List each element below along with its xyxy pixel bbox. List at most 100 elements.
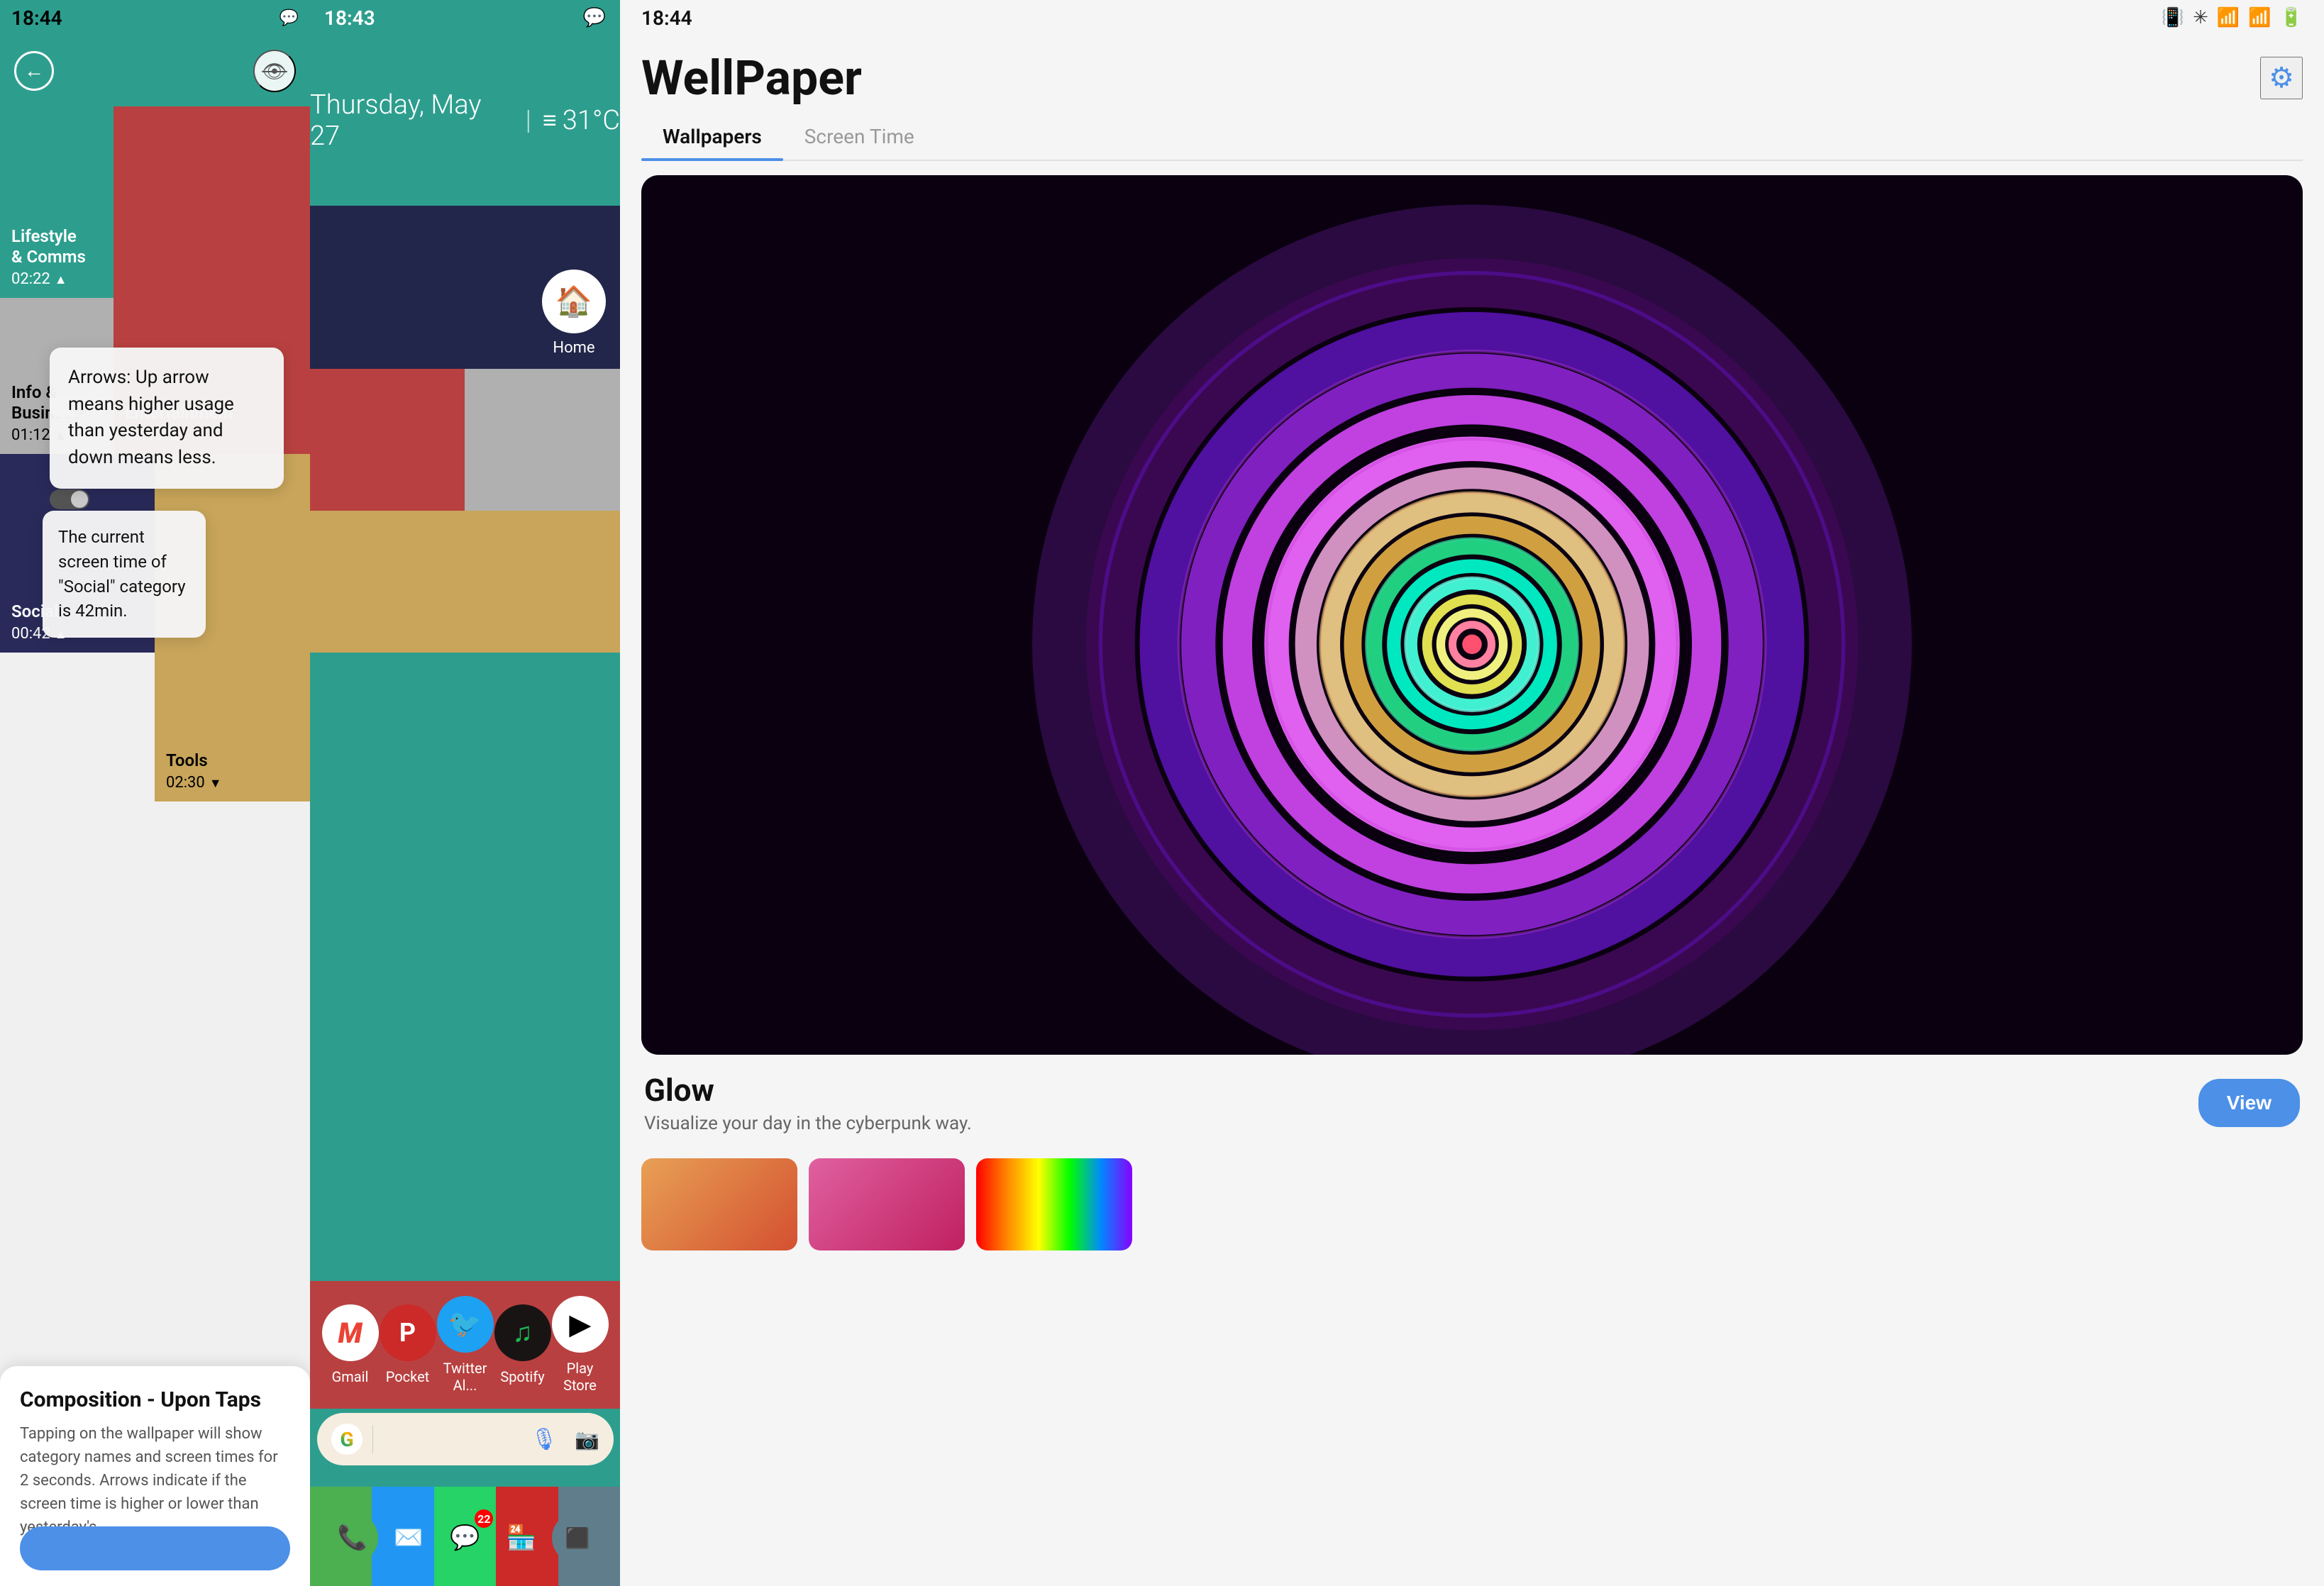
status-time-2: 18:43 <box>324 6 375 30</box>
tile-lifestyle[interactable]: Lifestyle& Comms 02:22 <box>0 106 114 298</box>
wifi-icon: 📶 <box>2217 7 2240 28</box>
panel-screentime: 18:44 💬 ← 👁 Lifestyle& Comms 02:22 Enter… <box>0 0 310 1586</box>
lens-icon[interactable]: 📷 <box>575 1428 599 1451</box>
wallpaper-info-text: Glow Visualize your day in the cyberpunk… <box>644 1072 972 1134</box>
gmail-label: Gmail <box>332 1368 369 1385</box>
status-bar-3: 18:44 📳 ✳ 📶 📶 🔋 <box>620 0 2324 35</box>
settings-button[interactable]: ⚙ <box>2260 57 2303 99</box>
home-app-label: Home <box>553 339 594 357</box>
battery-icon: 🔋 <box>2280 7 2303 28</box>
panel-home: 18:43 💬 Thursday, May 27 | ≡ 31°C 🏠 Home <box>310 0 620 1586</box>
red-tile <box>310 369 465 511</box>
composition-card: Composition - Upon Taps Tapping on the w… <box>0 1366 310 1586</box>
apps-row: M Gmail P Pocket 🐦 Twitter Al... <box>310 1281 620 1409</box>
gear-icon: ⚙ <box>2269 62 2294 94</box>
tan-tile <box>310 511 620 653</box>
glow-image <box>641 175 2303 1055</box>
dark-blue-tile: 🏠 Home <box>310 206 620 369</box>
status-time-1: 18:44 <box>11 6 62 30</box>
tab-wallpapers-label: Wallpapers <box>663 125 762 148</box>
app-pocket[interactable]: P Pocket <box>381 1304 435 1385</box>
card-body: Tapping on the wallpaper will show categ… <box>20 1422 290 1539</box>
tooltip-social: The current screen time of "Social" cate… <box>43 511 206 638</box>
date-text: Thursday, May 27 <box>310 89 514 152</box>
wp-header: WellPaper ⚙ <box>620 35 2324 113</box>
bottom-dock: 📞 ✉️ 💬 22 🏪 ⬛ <box>310 1502 620 1573</box>
lifestyle-label: Lifestyle& Comms <box>11 226 102 267</box>
home-app-circle: 🏠 <box>542 270 606 333</box>
card-title: Composition - Upon Taps <box>20 1387 290 1412</box>
pocket-icon: P <box>380 1304 436 1361</box>
spotify-icon: ♫ <box>494 1304 551 1361</box>
vibrate-icon: 📳 <box>2162 7 2184 28</box>
store-icon: 🏪 <box>507 1524 536 1552</box>
tools-time: 02:30 <box>166 774 299 792</box>
tooltip-arrows-text: Arrows: Up arrow means higher usage than… <box>68 367 234 468</box>
messages-icon: ✉️ <box>394 1524 424 1552</box>
app-playstore[interactable]: ▶ Play Store <box>553 1296 607 1394</box>
whatsapp-dock-icon: 💬 <box>450 1524 480 1552</box>
social-toggle[interactable] <box>50 489 89 509</box>
thumbnail-rainbow[interactable] <box>976 1158 1132 1250</box>
twitter-icon: 🐦 <box>437 1296 494 1353</box>
view-button[interactable]: View <box>2198 1079 2300 1127</box>
google-logo: G <box>331 1424 363 1455</box>
weather-widget: ≡ 31°C <box>543 105 620 136</box>
eye-button[interactable]: 👁 <box>253 50 296 92</box>
st-header: ← 👁 <box>0 35 310 106</box>
wp-content: Glow Visualize your day in the cyberpunk… <box>620 161 2324 1586</box>
tab-screentime[interactable]: Screen Time <box>783 113 936 160</box>
st-tiles-container: Lifestyle& Comms 02:22 Entertainment 03:… <box>0 106 310 1586</box>
app-title: WellPaper <box>641 50 862 106</box>
dock-more[interactable]: ⬛ <box>552 1512 603 1563</box>
thumbnail-pink[interactable] <box>809 1158 965 1250</box>
bluetooth-icon: ✳ <box>2193 7 2208 28</box>
app-twitter[interactable]: 🐦 Twitter Al... <box>438 1296 492 1394</box>
spotify-label: Spotify <box>500 1368 544 1385</box>
tools-arrow <box>209 774 222 792</box>
app-gmail[interactable]: M Gmail <box>323 1304 377 1385</box>
whatsapp-icon-1: 💬 <box>280 9 299 27</box>
whatsapp-badge: 22 <box>475 1509 493 1528</box>
eye-slash-icon: 👁 <box>262 60 287 83</box>
wallpaper-card-glow[interactable] <box>641 175 2303 1055</box>
gmail-icon: M <box>322 1304 379 1361</box>
tab-wallpapers[interactable]: Wallpapers <box>641 113 783 160</box>
back-button[interactable]: ← <box>14 51 54 91</box>
status-icons-1: 💬 <box>280 9 299 27</box>
wp-tabs: Wallpapers Screen Time <box>641 113 2303 161</box>
more-icon: ⬛ <box>565 1526 590 1550</box>
tooltip-arrows: Arrows: Up arrow means higher usage than… <box>50 348 284 489</box>
twitter-label: Twitter Al... <box>438 1360 492 1394</box>
playstore-icon: ▶ <box>552 1296 609 1353</box>
card-action-button[interactable] <box>20 1526 290 1570</box>
thumbnail-row <box>641 1158 2303 1250</box>
dock-store[interactable]: 🏪 <box>496 1512 547 1563</box>
status-time-3: 18:44 <box>641 6 692 30</box>
phone-icon: 📞 <box>338 1524 367 1552</box>
lifestyle-arrow <box>55 270 67 288</box>
search-bar[interactable]: G 🎙 📷 <box>317 1413 614 1465</box>
tools-label: Tools <box>166 750 299 771</box>
dock-messages[interactable]: ✉️ <box>383 1512 434 1563</box>
separator: | <box>526 105 531 136</box>
tab-screentime-label: Screen Time <box>804 125 914 148</box>
date-weather-widget: Thursday, May 27 | ≡ 31°C <box>310 35 620 206</box>
mic-icon[interactable]: 🎙 <box>531 1427 558 1452</box>
gray-tile <box>465 369 620 511</box>
signal-icon: 📶 <box>2248 7 2271 28</box>
thumbnail-warm[interactable] <box>641 1158 797 1250</box>
weather-icon: ≡ <box>543 106 557 135</box>
status-icons-2: 💬 <box>583 7 606 28</box>
temperature: 31°C <box>563 105 620 136</box>
glow-svg <box>641 175 2303 1055</box>
home-app-container[interactable]: 🏠 Home <box>542 270 606 357</box>
wallpaper-info-row: Glow Visualize your day in the cyberpunk… <box>641 1055 2303 1151</box>
whatsapp-icon-2: 💬 <box>583 7 606 28</box>
lifestyle-time: 02:22 <box>11 270 102 288</box>
dock-whatsapp[interactable]: 💬 22 <box>439 1512 490 1563</box>
status-icons-3: 📳 ✳ 📶 📶 🔋 <box>2162 7 2303 28</box>
app-spotify[interactable]: ♫ Spotify <box>496 1304 550 1385</box>
pocket-label: Pocket <box>386 1368 429 1385</box>
dock-phone[interactable]: 📞 <box>327 1512 378 1563</box>
